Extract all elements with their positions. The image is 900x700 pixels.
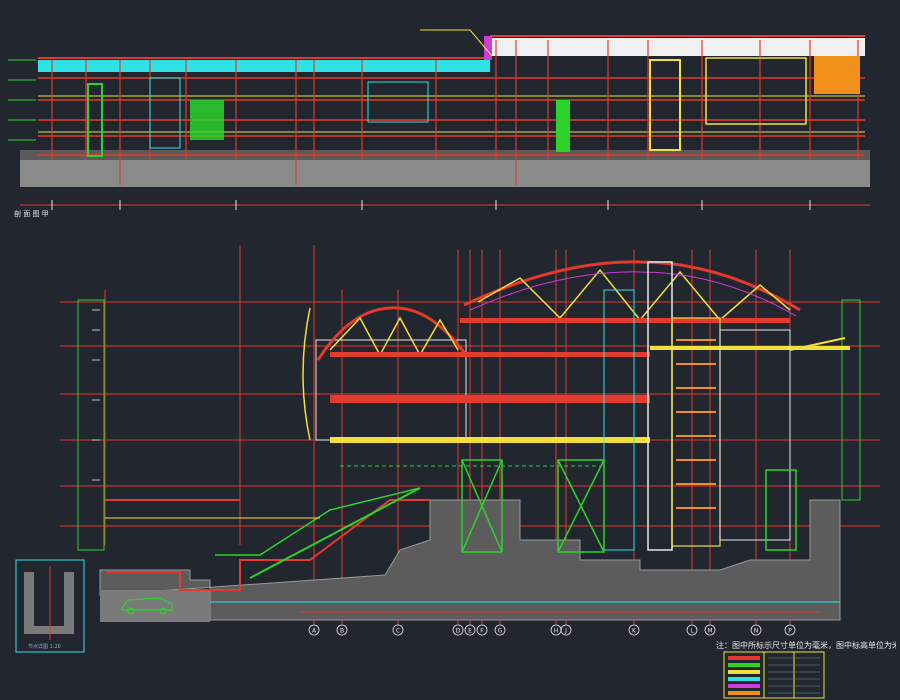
top-floor-lines xyxy=(38,77,865,156)
main-basement-slab xyxy=(100,590,210,622)
axis-bubble-label: M xyxy=(707,628,712,635)
detail-inset xyxy=(15,559,85,653)
axis-bubble-label: C xyxy=(396,628,400,635)
top-orange-block xyxy=(814,56,860,94)
axis-bubble-label: K xyxy=(632,628,637,635)
top-level-markers xyxy=(8,59,36,141)
legend-swatch xyxy=(728,684,760,688)
axis-bubble-label: F xyxy=(480,628,484,635)
legend-swatch xyxy=(728,691,760,695)
top-green-core xyxy=(556,100,570,152)
legend-swatch xyxy=(728,670,760,674)
axis-bubble-label: G xyxy=(498,628,503,635)
top-section xyxy=(8,29,870,210)
top-yellow-band xyxy=(705,57,807,125)
top-roof-right xyxy=(490,38,865,56)
main-right-arch xyxy=(463,260,801,312)
axis-bubbles: A B C DE F G HJ K L M N P xyxy=(308,624,796,636)
cad-viewport[interactable]: A B C DE F G HJ K L M N P 剖 面 图 甲 注：图中所标示尺寸单位为毫米，图中… xyxy=(0,0,900,700)
main-right-block xyxy=(719,329,791,541)
top-escalator xyxy=(190,100,224,140)
detail-base xyxy=(24,626,74,634)
main-ramp-green xyxy=(215,487,421,556)
axis-bubble-label: N xyxy=(754,628,759,635)
main-left-column-bar xyxy=(77,299,105,551)
detail-wall-right xyxy=(64,572,74,632)
detail-wall-left xyxy=(24,572,34,632)
top-section-title: 剖 面 图 甲 xyxy=(14,210,49,218)
axis-bubble-label: H xyxy=(554,628,559,635)
main-elevator-core xyxy=(603,289,635,551)
axis-bubble-label: A xyxy=(312,628,317,635)
legend-table xyxy=(723,651,825,699)
legend-swatch xyxy=(728,663,760,667)
axis-bubble-label: P xyxy=(788,628,792,635)
general-note: 注：图中所标示尺寸单位为毫米，图中标高单位为米。 xyxy=(716,641,896,650)
main-right-column-bar xyxy=(841,299,861,501)
axis-bubble-label: J xyxy=(564,628,567,635)
main-left-drum xyxy=(302,307,311,441)
main-slabs xyxy=(330,318,850,443)
cad-drawing: A B C DE F G HJ K L M N P xyxy=(8,29,880,699)
main-section: A B C DE F G HJ K L M N P xyxy=(60,245,880,636)
main-stair-tower xyxy=(671,317,721,547)
top-roof-left xyxy=(38,60,490,72)
axis-bubble-label: L xyxy=(690,628,694,635)
legend-swatch xyxy=(728,677,760,681)
top-shaft-cyan-2 xyxy=(367,81,429,123)
main-left-column-ticks xyxy=(92,309,100,481)
detail-label: 节点详图 1:20 xyxy=(28,644,61,650)
legend-swatch xyxy=(728,656,760,660)
legend-rows xyxy=(728,656,820,695)
axis-bubble-label: B xyxy=(340,628,344,635)
top-floor-lines-yellow xyxy=(38,95,865,133)
top-ground-slab xyxy=(20,157,870,187)
top-shaft-cyan-1 xyxy=(149,77,181,149)
axis-bubble-label: D xyxy=(456,628,461,635)
axis-bubble-label: E xyxy=(468,628,472,635)
